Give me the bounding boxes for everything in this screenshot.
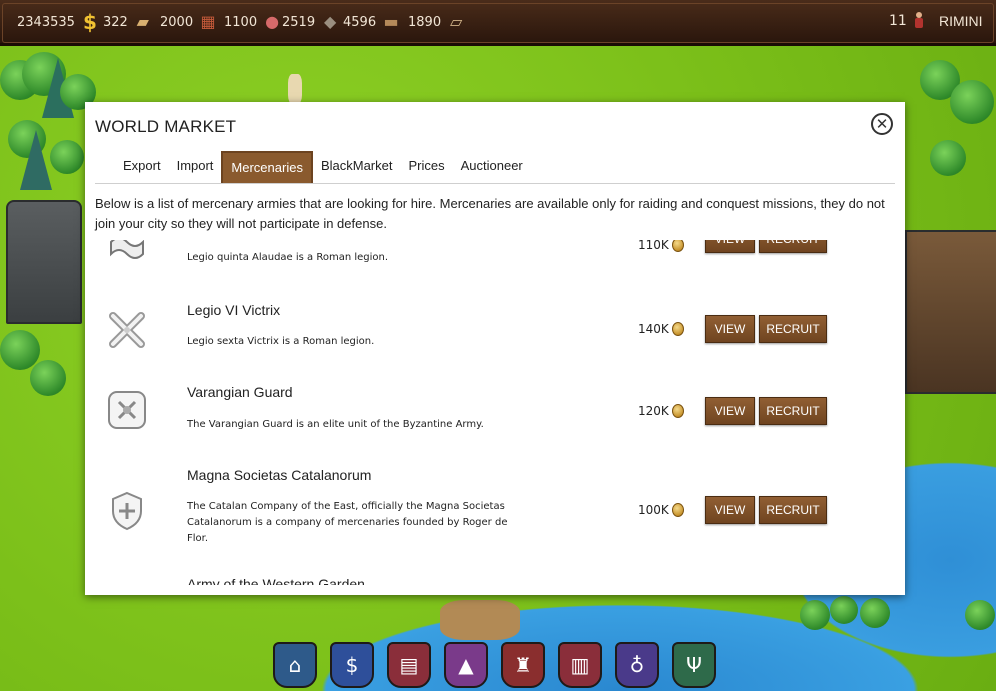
coin-icon [671, 322, 684, 336]
meat-amount: 1100 [224, 14, 258, 30]
mercenary-price: 140K [638, 322, 684, 336]
city-name[interactable]: RIMINI [939, 13, 983, 29]
tab-auctioneer[interactable]: Auctioneer [453, 151, 531, 184]
tab-blackmarket[interactable]: BlackMarket [313, 151, 401, 184]
tab-divider [95, 183, 895, 184]
stone-amount: 2519 [282, 14, 316, 30]
mercenary-row: Army of the Western Garden [85, 572, 905, 585]
dialog-title: WORLD MARKET [95, 117, 237, 136]
view-button[interactable]: VIEW [705, 240, 755, 253]
price-value: 100K [638, 503, 669, 517]
mercenary-description: The Varangian Guard is an elite unit of … [187, 419, 484, 430]
mercenary-name: Magna Societas Catalanorum [187, 467, 372, 483]
resource-brick: 2000 ▦ [160, 13, 217, 31]
mercenary-price: 120K [638, 404, 684, 418]
tab-mercenaries[interactable]: Mercenaries [221, 151, 313, 184]
world-market-dialog: WORLD MARKET ✕ Export Import Mercenaries… [85, 102, 905, 595]
mercenary-description: The Catalan Company of the East, officia… [187, 501, 508, 544]
mercenary-row: Varangian Guard The Varangian Guard is a… [85, 380, 905, 460]
barracks-icon[interactable]: ♜ [501, 642, 545, 688]
log-amount: 4596 [343, 14, 377, 30]
resource-wood: 322 ▰ [103, 13, 152, 31]
mercenary-price: 100K [638, 503, 684, 517]
mercenary-name: Legio VI Victrix [187, 302, 281, 318]
library-icon[interactable]: ▥ [558, 642, 602, 688]
city-level: 11 [889, 13, 907, 29]
gold-amount: 2343535 [17, 14, 75, 30]
ornate-tile-emblem-icon [108, 391, 146, 429]
coin-icon [671, 240, 684, 252]
resource-meat: 1100 ● [224, 13, 281, 31]
dollar-icon: $ [82, 10, 97, 34]
mercenary-description: Legio sexta Victrix is a Roman legion. [187, 336, 375, 347]
resource-bar: 2343535 $ 322 ▰ 2000 ▦ 1100 ● 2519 ◆ 459… [0, 0, 996, 46]
scroll-emblem-icon [110, 240, 144, 259]
mercenary-row: Legio quinta Alaudae is a Roman legion. … [85, 240, 905, 290]
mercenaries-description: Below is a list of mercenary armies that… [95, 196, 885, 231]
tab-import[interactable]: Import [169, 151, 222, 184]
resource-gold: 2343535 $ [17, 10, 99, 34]
brick-icon: ▦ [200, 12, 216, 31]
wood-amount: 322 [103, 14, 128, 30]
close-icon[interactable]: ✕ [871, 113, 893, 135]
brick-amount: 2000 [160, 14, 194, 30]
academy-icon[interactable]: ▲ [444, 642, 488, 688]
recruit-button[interactable]: RECRUIT [759, 240, 827, 253]
church-icon[interactable]: ♁ [615, 642, 659, 688]
mercenary-row: Magna Societas Catalanorum The Catalan C… [85, 463, 905, 563]
view-button[interactable]: VIEW [705, 315, 755, 343]
recruit-button[interactable]: RECRUIT [759, 315, 827, 343]
view-button[interactable]: VIEW [705, 397, 755, 425]
coin-icon [671, 404, 684, 418]
tavern-icon[interactable]: Ψ [672, 642, 716, 688]
mercenary-name: Varangian Guard [187, 384, 293, 400]
price-value: 110K [638, 240, 669, 252]
town-hall-icon[interactable]: ⌂ [273, 642, 317, 688]
market-icon[interactable]: ▤ [387, 642, 431, 688]
mercenary-row: Legio VI Victrix Legio sexta Victrix is … [85, 298, 905, 378]
tab-export[interactable]: Export [115, 151, 169, 184]
tab-prices[interactable]: Prices [400, 151, 452, 184]
view-button[interactable]: VIEW [705, 496, 755, 524]
mercenary-price: 110K [638, 240, 684, 252]
resource-stone: 2519 ◆ [282, 13, 339, 31]
mercenary-name: Army of the Western Garden [187, 576, 365, 585]
recruit-button[interactable]: RECRUIT [759, 397, 827, 425]
governor-icon [915, 12, 923, 28]
wood-icon: ▰ [136, 12, 149, 31]
crossed-axes-emblem-icon [109, 312, 145, 348]
resource-log: 4596 ▬ [343, 13, 400, 31]
mercenary-description: Legio quinta Alaudae is a Roman legion. [187, 252, 389, 263]
mercenary-list[interactable]: Legio quinta Alaudae is a Roman legion. … [85, 240, 905, 585]
coin-icon [671, 503, 684, 517]
market-tabs: Export Import Mercenaries BlackMarket Pr… [115, 151, 531, 184]
meat-icon: ● [265, 12, 280, 31]
plank-amount: 1890 [408, 14, 442, 30]
bank-icon[interactable]: $ [330, 642, 374, 688]
price-value: 120K [638, 404, 669, 418]
plank-icon: ▱ [449, 12, 463, 31]
shield-emblem-icon [112, 491, 142, 531]
price-value: 140K [638, 322, 669, 336]
recruit-button[interactable]: RECRUIT [759, 496, 827, 524]
stone-icon: ◆ [323, 12, 337, 31]
resource-plank: 1890 ▱ [408, 13, 465, 31]
log-icon: ▬ [383, 12, 399, 31]
